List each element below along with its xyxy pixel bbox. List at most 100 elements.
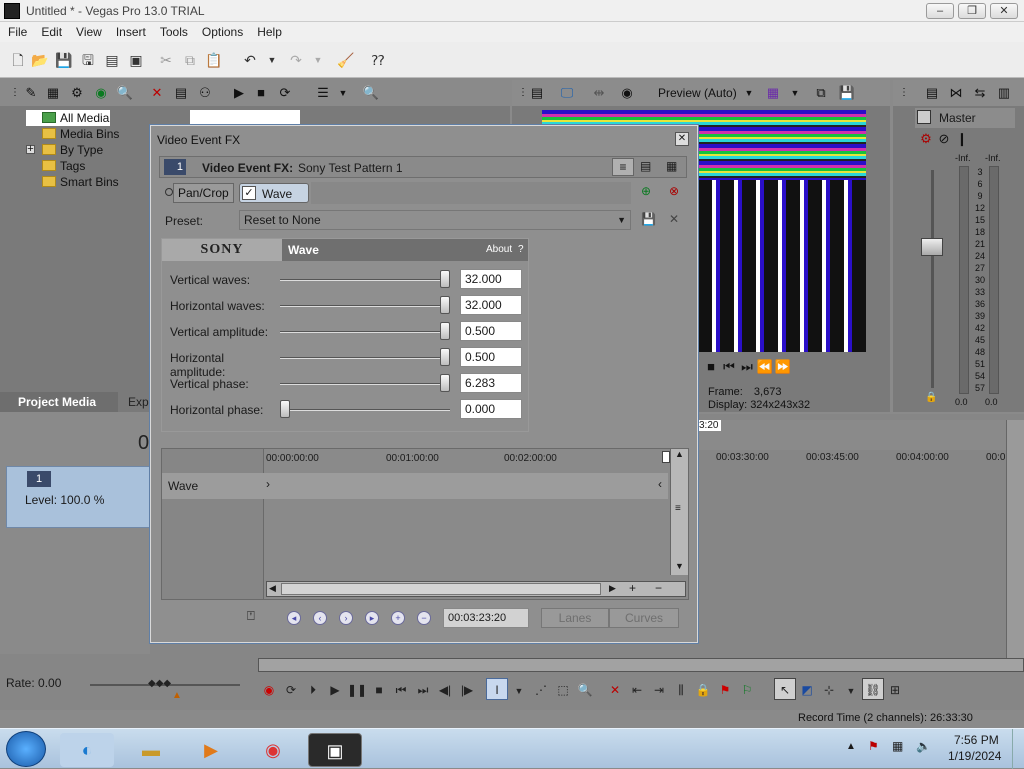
region-icon[interactable]: ⚐ bbox=[736, 679, 758, 701]
parameter-slider-thumb[interactable] bbox=[440, 322, 450, 340]
external-monitor-icon[interactable]: 🖵 bbox=[558, 84, 576, 102]
marker-icon[interactable]: ⚑ bbox=[714, 679, 736, 701]
import-media-icon[interactable]: ✎ bbox=[22, 84, 40, 102]
menu-options[interactable]: Options bbox=[194, 22, 249, 39]
keyframe-track-row[interactable]: Wave › ‹ bbox=[162, 473, 668, 499]
trim-start-icon[interactable]: ⇤ bbox=[626, 679, 648, 701]
zoom-out-icon[interactable]: − bbox=[655, 581, 662, 595]
stop-icon[interactable]: ■ bbox=[702, 358, 720, 376]
edit-tool-dropdown-icon[interactable]: ▼ bbox=[508, 680, 530, 702]
play-icon[interactable]: ▶ bbox=[324, 679, 346, 701]
chain-view-icon[interactable]: ≡ bbox=[612, 158, 634, 176]
grid-view-icon[interactable]: ▦ bbox=[666, 159, 677, 173]
paste-icon[interactable]: 📋 bbox=[204, 50, 224, 70]
normal-edit-tool-icon[interactable]: I bbox=[486, 678, 508, 700]
enable-snapping-icon[interactable]: 🧹 bbox=[336, 50, 356, 70]
scroll-left-icon[interactable]: ◀ bbox=[269, 583, 276, 594]
expand-icon[interactable]: + bbox=[26, 144, 35, 155]
media-fx-chain-icon[interactable]: ⚇ bbox=[196, 84, 214, 102]
bus-fx-icon[interactable]: ⚙ bbox=[917, 130, 935, 148]
add-fx-icon[interactable]: ⊕ bbox=[641, 184, 651, 198]
volume-icon[interactable]: 🔈 bbox=[916, 739, 931, 753]
master-fader-handle[interactable] bbox=[921, 238, 943, 256]
redo-icon[interactable]: ↷ bbox=[286, 50, 306, 70]
parameter-value-field[interactable]: 0.500 bbox=[460, 321, 522, 341]
go-to-end-icon[interactable]: ⏭ bbox=[412, 679, 434, 701]
parameter-slider-thumb[interactable] bbox=[440, 348, 450, 366]
clock-time[interactable]: 7:56 PM bbox=[954, 733, 999, 747]
preview-quality-dropdown[interactable]: Preview (Auto) bbox=[658, 86, 737, 100]
tree-item-tags[interactable]: Tags bbox=[26, 158, 146, 174]
whats-this-help-icon[interactable]: ⁇ bbox=[368, 50, 388, 70]
parameter-slider-thumb[interactable] bbox=[440, 374, 450, 392]
menu-help[interactable]: Help bbox=[249, 22, 288, 39]
parameter-value-field[interactable]: 0.500 bbox=[460, 347, 522, 367]
scroll-grip-icon[interactable]: ≡ bbox=[675, 503, 681, 514]
auto-preview-icon[interactable]: ⟳ bbox=[276, 84, 294, 102]
snapping-dropdown-icon[interactable]: ▼ bbox=[840, 680, 862, 702]
record-icon[interactable]: ◉ bbox=[258, 679, 280, 701]
delete-icon[interactable]: ✕ bbox=[604, 679, 626, 701]
new-file-icon[interactable]: 🗋 bbox=[8, 50, 28, 70]
open-folder-icon[interactable]: 📂 bbox=[30, 50, 50, 70]
menu-tools[interactable]: Tools bbox=[152, 22, 194, 39]
about-link[interactable]: About bbox=[486, 244, 512, 255]
previous-frame-icon[interactable]: ◀| bbox=[434, 679, 456, 701]
parameter-slider-track[interactable] bbox=[280, 357, 450, 359]
show-hidden-icons-icon[interactable]: ▲ bbox=[846, 741, 856, 752]
delete-preset-icon[interactable]: ✕ bbox=[669, 212, 679, 226]
parameter-value-field[interactable]: 6.283 bbox=[460, 373, 522, 393]
video-fx-icon[interactable]: ◉ bbox=[618, 84, 636, 102]
views-dropdown-icon[interactable]: ▼ bbox=[334, 84, 352, 102]
save-as-icon[interactable]: 🖫 bbox=[78, 50, 98, 70]
render-icon[interactable]: ▤ bbox=[102, 50, 122, 70]
quality-dropdown-icon[interactable]: ▼ bbox=[740, 84, 758, 102]
selection-tool-icon[interactable]: ⬚ bbox=[552, 679, 574, 701]
trim-end-icon[interactable]: ⇥ bbox=[648, 679, 670, 701]
tree-item-all-media[interactable]: All Media bbox=[26, 110, 110, 126]
scroll-down-icon[interactable]: ▼ bbox=[675, 561, 684, 571]
split-screen-icon[interactable]: ⇹ bbox=[590, 84, 608, 102]
timeline-vscroll[interactable] bbox=[1006, 420, 1024, 660]
media-properties-icon[interactable]: ▤ bbox=[172, 84, 190, 102]
stop-icon[interactable]: ■ bbox=[368, 679, 390, 701]
mixer-properties-icon[interactable]: ▤ bbox=[923, 84, 941, 102]
last-keyframe-icon[interactable]: ▸ bbox=[365, 611, 379, 625]
ignore-grouping-icon[interactable]: ⊞ bbox=[884, 679, 906, 701]
dialog-close-button[interactable]: ✕ bbox=[675, 132, 689, 146]
parameter-slider-track[interactable] bbox=[280, 279, 450, 281]
tree-item-by-type[interactable]: + By Type bbox=[26, 142, 146, 158]
parameter-slider-thumb[interactable] bbox=[440, 270, 450, 288]
previous-frame-icon[interactable]: ⏮ bbox=[720, 358, 738, 376]
parameter-slider-track[interactable] bbox=[280, 409, 450, 411]
remove-fx-icon[interactable]: ⊗ bbox=[669, 184, 679, 198]
save-icon[interactable]: 💾 bbox=[54, 50, 74, 70]
network-icon[interactable]: ▦ bbox=[892, 739, 903, 753]
play-from-start-icon[interactable]: ⏵ bbox=[302, 679, 324, 701]
lanes-button[interactable]: Lanes bbox=[541, 608, 609, 628]
timeline-hscroll[interactable] bbox=[258, 658, 1024, 672]
maximize-button[interactable]: ❐ bbox=[958, 3, 986, 19]
keyframe-start-icon[interactable]: › bbox=[266, 477, 270, 491]
media-player-icon[interactable]: ▶ bbox=[184, 733, 238, 767]
forward-icon[interactable]: ⏩ bbox=[774, 358, 792, 376]
insert-bus-icon[interactable]: ⇆ bbox=[971, 84, 989, 102]
go-to-start-icon[interactable]: ⏮ bbox=[390, 679, 412, 701]
parameter-slider-track[interactable] bbox=[280, 305, 450, 307]
edge-browser-icon[interactable]: ◐ bbox=[60, 733, 114, 767]
parameter-value-field[interactable]: 0.000 bbox=[460, 399, 522, 419]
chrome-browser-icon[interactable]: ◉ bbox=[246, 733, 300, 767]
play-preview-icon[interactable]: ▶ bbox=[230, 84, 248, 102]
wave-enabled-checkbox[interactable]: ✓ bbox=[242, 186, 256, 200]
remove-media-icon[interactable]: ✕ bbox=[148, 84, 166, 102]
cursor-marker[interactable] bbox=[662, 451, 670, 463]
loop-playback-icon[interactable]: ⟳ bbox=[280, 679, 302, 701]
copy-icon[interactable]: ⧉ bbox=[180, 50, 200, 70]
next-keyframe-icon[interactable]: › bbox=[339, 611, 353, 625]
rate-thumb[interactable]: ◆◆◆ bbox=[148, 678, 171, 689]
scroll-right-icon[interactable]: ▶ bbox=[609, 583, 616, 594]
menu-file[interactable]: File bbox=[0, 22, 33, 39]
menu-insert[interactable]: Insert bbox=[108, 22, 152, 39]
chain-pan-crop-button[interactable]: Pan/Crop bbox=[173, 183, 234, 203]
mute-bus-icon[interactable]: ⋈ bbox=[947, 84, 965, 102]
